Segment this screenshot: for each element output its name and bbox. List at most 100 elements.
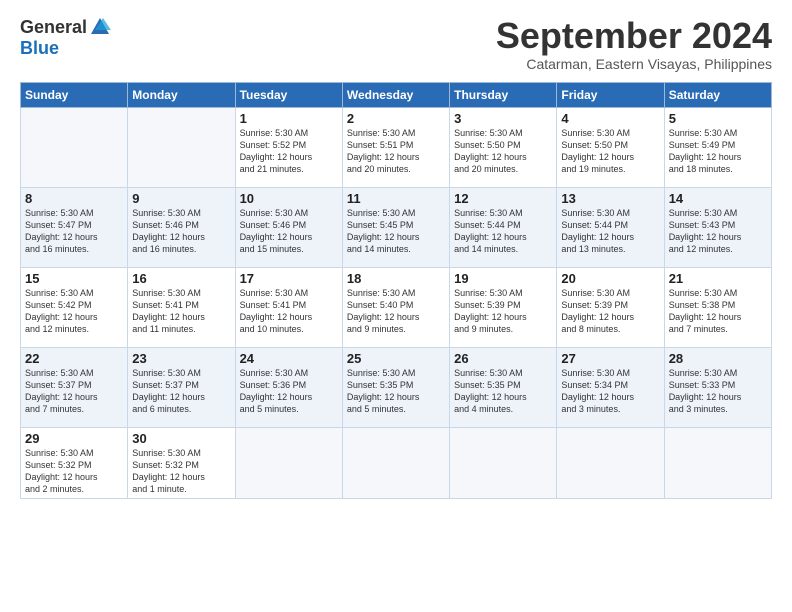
week-row-1: 1 Sunrise: 5:30 AMSunset: 5:52 PMDayligh… [21, 107, 772, 187]
column-header-wednesday: Wednesday [342, 82, 449, 107]
calendar-cell: 27 Sunrise: 5:30 AMSunset: 5:34 PMDaylig… [557, 347, 664, 427]
cell-info: Sunrise: 5:30 AMSunset: 5:32 PMDaylight:… [25, 448, 98, 494]
cell-info: Sunrise: 5:30 AMSunset: 5:39 PMDaylight:… [561, 288, 634, 334]
cell-info: Sunrise: 5:30 AMSunset: 5:42 PMDaylight:… [25, 288, 98, 334]
day-number: 11 [347, 191, 445, 206]
cell-info: Sunrise: 5:30 AMSunset: 5:44 PMDaylight:… [454, 208, 527, 254]
cell-info: Sunrise: 5:30 AMSunset: 5:33 PMDaylight:… [669, 368, 742, 414]
cell-info: Sunrise: 5:30 AMSunset: 5:32 PMDaylight:… [132, 448, 205, 494]
cell-info: Sunrise: 5:30 AMSunset: 5:34 PMDaylight:… [561, 368, 634, 414]
cell-info: Sunrise: 5:30 AMSunset: 5:35 PMDaylight:… [454, 368, 527, 414]
column-header-saturday: Saturday [664, 82, 771, 107]
calendar-cell: 30 Sunrise: 5:30 AMSunset: 5:32 PMDaylig… [128, 427, 235, 499]
month-title: September 2024 [496, 16, 772, 56]
day-number: 29 [25, 431, 123, 446]
calendar-cell: 15 Sunrise: 5:30 AMSunset: 5:42 PMDaylig… [21, 267, 128, 347]
location-subtitle: Catarman, Eastern Visayas, Philippines [496, 56, 772, 72]
cell-info: Sunrise: 5:30 AMSunset: 5:45 PMDaylight:… [347, 208, 420, 254]
cell-info: Sunrise: 5:30 AMSunset: 5:43 PMDaylight:… [669, 208, 742, 254]
calendar-cell [342, 427, 449, 499]
column-header-sunday: Sunday [21, 82, 128, 107]
cell-info: Sunrise: 5:30 AMSunset: 5:52 PMDaylight:… [240, 128, 313, 174]
logo-general: General [20, 17, 87, 38]
column-header-friday: Friday [557, 82, 664, 107]
calendar-page: General Blue September 2024 Catarman, Ea… [0, 0, 792, 511]
calendar-cell: 9 Sunrise: 5:30 AMSunset: 5:46 PMDayligh… [128, 187, 235, 267]
calendar-table: SundayMondayTuesdayWednesdayThursdayFrid… [20, 82, 772, 500]
calendar-cell [557, 427, 664, 499]
day-number: 3 [454, 111, 552, 126]
day-number: 16 [132, 271, 230, 286]
cell-info: Sunrise: 5:30 AMSunset: 5:50 PMDaylight:… [454, 128, 527, 174]
calendar-cell: 1 Sunrise: 5:30 AMSunset: 5:52 PMDayligh… [235, 107, 342, 187]
day-number: 22 [25, 351, 123, 366]
cell-info: Sunrise: 5:30 AMSunset: 5:47 PMDaylight:… [25, 208, 98, 254]
logo-blue: Blue [20, 38, 59, 59]
day-number: 26 [454, 351, 552, 366]
calendar-cell: 23 Sunrise: 5:30 AMSunset: 5:37 PMDaylig… [128, 347, 235, 427]
calendar-cell: 3 Sunrise: 5:30 AMSunset: 5:50 PMDayligh… [450, 107, 557, 187]
logo-icon [89, 16, 111, 38]
day-number: 17 [240, 271, 338, 286]
day-number: 25 [347, 351, 445, 366]
cell-info: Sunrise: 5:30 AMSunset: 5:46 PMDaylight:… [132, 208, 205, 254]
calendar-cell: 25 Sunrise: 5:30 AMSunset: 5:35 PMDaylig… [342, 347, 449, 427]
header: General Blue September 2024 Catarman, Ea… [20, 16, 772, 72]
cell-info: Sunrise: 5:30 AMSunset: 5:40 PMDaylight:… [347, 288, 420, 334]
day-number: 21 [669, 271, 767, 286]
week-row-4: 22 Sunrise: 5:30 AMSunset: 5:37 PMDaylig… [21, 347, 772, 427]
logo: General Blue [20, 16, 111, 59]
cell-info: Sunrise: 5:30 AMSunset: 5:41 PMDaylight:… [240, 288, 313, 334]
day-number: 28 [669, 351, 767, 366]
cell-info: Sunrise: 5:30 AMSunset: 5:44 PMDaylight:… [561, 208, 634, 254]
week-row-3: 15 Sunrise: 5:30 AMSunset: 5:42 PMDaylig… [21, 267, 772, 347]
calendar-cell: 28 Sunrise: 5:30 AMSunset: 5:33 PMDaylig… [664, 347, 771, 427]
cell-info: Sunrise: 5:30 AMSunset: 5:39 PMDaylight:… [454, 288, 527, 334]
calendar-cell: 22 Sunrise: 5:30 AMSunset: 5:37 PMDaylig… [21, 347, 128, 427]
column-header-tuesday: Tuesday [235, 82, 342, 107]
calendar-cell [21, 107, 128, 187]
day-number: 13 [561, 191, 659, 206]
calendar-cell: 13 Sunrise: 5:30 AMSunset: 5:44 PMDaylig… [557, 187, 664, 267]
calendar-cell: 14 Sunrise: 5:30 AMSunset: 5:43 PMDaylig… [664, 187, 771, 267]
calendar-cell: 10 Sunrise: 5:30 AMSunset: 5:46 PMDaylig… [235, 187, 342, 267]
title-block: September 2024 Catarman, Eastern Visayas… [496, 16, 772, 72]
calendar-cell [128, 107, 235, 187]
calendar-cell: 5 Sunrise: 5:30 AMSunset: 5:49 PMDayligh… [664, 107, 771, 187]
day-number: 12 [454, 191, 552, 206]
day-number: 1 [240, 111, 338, 126]
calendar-header-row: SundayMondayTuesdayWednesdayThursdayFrid… [21, 82, 772, 107]
cell-info: Sunrise: 5:30 AMSunset: 5:51 PMDaylight:… [347, 128, 420, 174]
day-number: 30 [132, 431, 230, 446]
cell-info: Sunrise: 5:30 AMSunset: 5:38 PMDaylight:… [669, 288, 742, 334]
calendar-cell [664, 427, 771, 499]
day-number: 5 [669, 111, 767, 126]
day-number: 27 [561, 351, 659, 366]
cell-info: Sunrise: 5:30 AMSunset: 5:46 PMDaylight:… [240, 208, 313, 254]
cell-info: Sunrise: 5:30 AMSunset: 5:50 PMDaylight:… [561, 128, 634, 174]
cell-info: Sunrise: 5:30 AMSunset: 5:37 PMDaylight:… [25, 368, 98, 414]
calendar-cell: 29 Sunrise: 5:30 AMSunset: 5:32 PMDaylig… [21, 427, 128, 499]
calendar-cell: 4 Sunrise: 5:30 AMSunset: 5:50 PMDayligh… [557, 107, 664, 187]
day-number: 15 [25, 271, 123, 286]
column-header-monday: Monday [128, 82, 235, 107]
day-number: 4 [561, 111, 659, 126]
cell-info: Sunrise: 5:30 AMSunset: 5:36 PMDaylight:… [240, 368, 313, 414]
day-number: 2 [347, 111, 445, 126]
day-number: 18 [347, 271, 445, 286]
calendar-cell: 26 Sunrise: 5:30 AMSunset: 5:35 PMDaylig… [450, 347, 557, 427]
calendar-cell: 12 Sunrise: 5:30 AMSunset: 5:44 PMDaylig… [450, 187, 557, 267]
calendar-cell: 11 Sunrise: 5:30 AMSunset: 5:45 PMDaylig… [342, 187, 449, 267]
day-number: 9 [132, 191, 230, 206]
calendar-cell [450, 427, 557, 499]
calendar-cell: 2 Sunrise: 5:30 AMSunset: 5:51 PMDayligh… [342, 107, 449, 187]
cell-info: Sunrise: 5:30 AMSunset: 5:49 PMDaylight:… [669, 128, 742, 174]
day-number: 19 [454, 271, 552, 286]
day-number: 10 [240, 191, 338, 206]
calendar-cell: 8 Sunrise: 5:30 AMSunset: 5:47 PMDayligh… [21, 187, 128, 267]
day-number: 8 [25, 191, 123, 206]
calendar-cell: 16 Sunrise: 5:30 AMSunset: 5:41 PMDaylig… [128, 267, 235, 347]
cell-info: Sunrise: 5:30 AMSunset: 5:35 PMDaylight:… [347, 368, 420, 414]
week-row-2: 8 Sunrise: 5:30 AMSunset: 5:47 PMDayligh… [21, 187, 772, 267]
column-header-thursday: Thursday [450, 82, 557, 107]
